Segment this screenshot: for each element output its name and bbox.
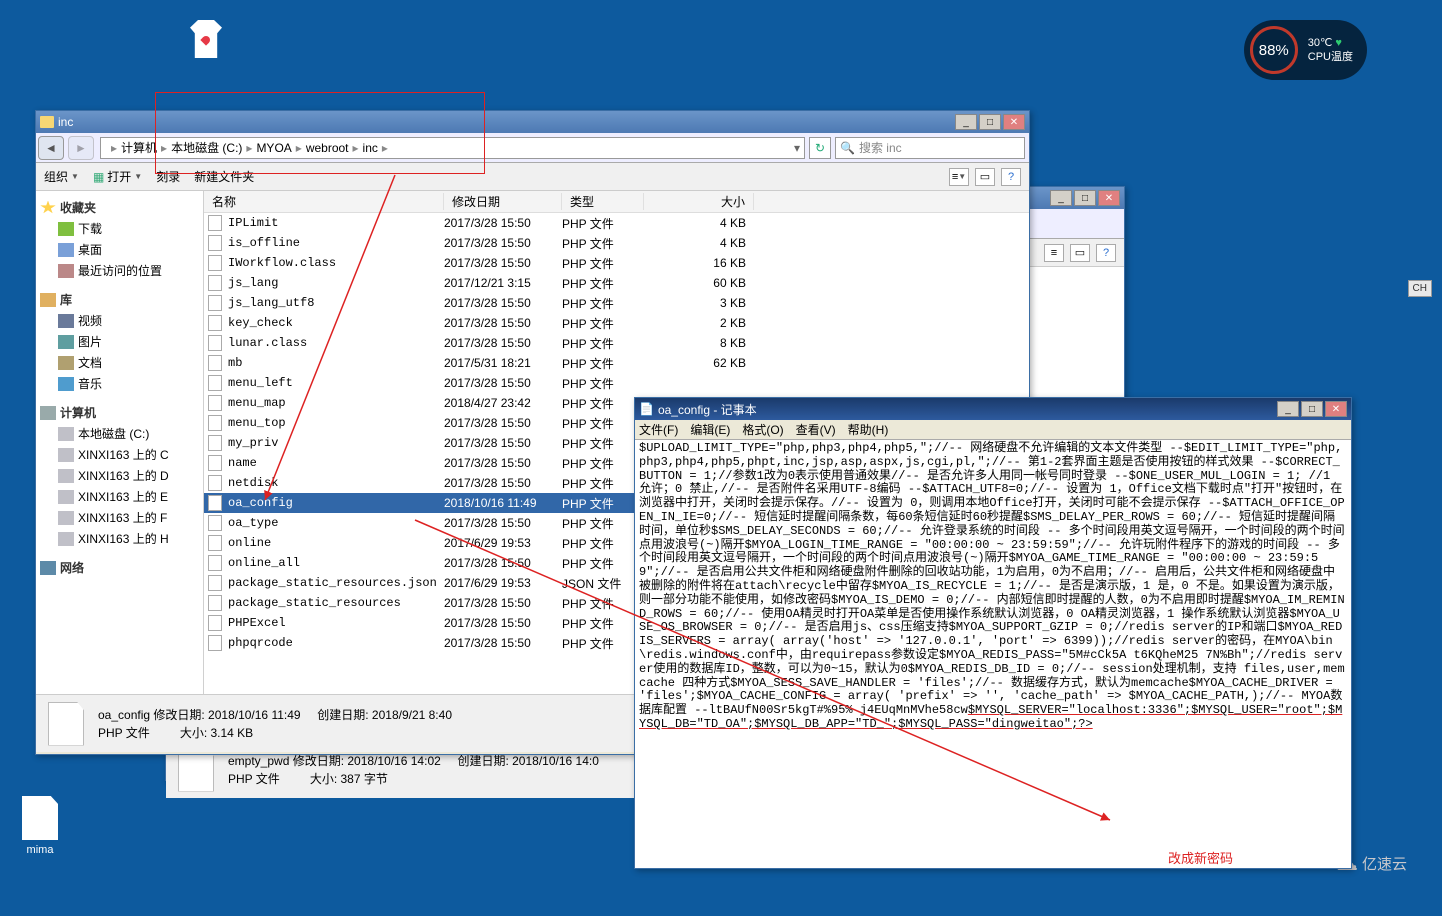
php-file-icon	[208, 475, 222, 491]
file-row[interactable]: IWorkflow.class2017/3/28 15:50PHP 文件16 K…	[204, 253, 1029, 273]
window-title: inc	[58, 115, 73, 129]
php-file-icon	[208, 235, 222, 251]
view-icon[interactable]: ≡ ▼	[949, 168, 969, 186]
nav-net-d[interactable]: XINXI163 上的 D	[40, 465, 199, 486]
notepad-window: 📄 oa_config - 记事本 _ □ ✕ 文件(F) 编辑(E) 格式(O…	[634, 397, 1352, 869]
burn-button[interactable]: 刻录	[156, 168, 180, 185]
newfolder-button[interactable]: 新建文件夹	[194, 168, 254, 185]
file-row[interactable]: js_lang_utf82017/3/28 15:50PHP 文件3 KB	[204, 293, 1029, 313]
maximize-button[interactable]: □	[979, 114, 1001, 130]
php-file-icon	[208, 375, 222, 391]
php-file-icon	[208, 395, 222, 411]
php-file-icon	[208, 455, 222, 471]
php-file-icon	[208, 515, 222, 531]
nav-net-f[interactable]: XINXI163 上的 F	[40, 507, 199, 528]
close-button[interactable]: ✕	[1098, 190, 1120, 206]
nav-pane: 收藏夹 下载 桌面 最近访问的位置 库 视频 图片 文档 音乐 计算机 本地磁盘…	[36, 191, 204, 694]
nav-favorites[interactable]: 收藏夹	[40, 197, 199, 218]
search-icon: 🔍	[840, 141, 855, 155]
open-menu[interactable]: ▦ 打开 ▼	[93, 168, 142, 185]
annotation-label: 改成新密码	[1168, 848, 1233, 867]
php-file-icon	[208, 295, 222, 311]
file-row[interactable]: is_offline2017/3/28 15:50PHP 文件4 KB	[204, 233, 1029, 253]
nav-libraries[interactable]: 库	[40, 289, 199, 310]
cpu-percent: 88%	[1250, 26, 1298, 74]
file-row[interactable]: key_check2017/3/28 15:50PHP 文件2 KB	[204, 313, 1029, 333]
toolbar: 组织 ▼ ▦ 打开 ▼ 刻录 新建文件夹 ≡ ▼ ▭ ?	[36, 163, 1029, 191]
file-thumb-icon	[48, 702, 84, 746]
organize-menu[interactable]: 组织 ▼	[44, 168, 79, 185]
php-file-icon	[208, 615, 222, 631]
php-file-icon	[208, 215, 222, 231]
menu-view[interactable]: 查看(V)	[796, 421, 836, 438]
view-icon[interactable]: ≡	[1044, 244, 1064, 262]
nav-desktop[interactable]: 桌面	[40, 239, 199, 260]
maximize-button[interactable]: □	[1074, 190, 1096, 206]
close-button[interactable]: ✕	[1003, 114, 1025, 130]
desktop-file-mima[interactable]: mima	[15, 796, 65, 856]
minimize-button[interactable]: _	[1050, 190, 1072, 206]
close-button[interactable]: ✕	[1325, 401, 1347, 417]
minimize-button[interactable]: _	[955, 114, 977, 130]
window-title: oa_config - 记事本	[658, 401, 757, 418]
minimize-button[interactable]: _	[1277, 401, 1299, 417]
nav-pictures[interactable]: 图片	[40, 331, 199, 352]
nav-net-e[interactable]: XINXI163 上的 E	[40, 486, 199, 507]
search-input[interactable]: 🔍 搜索 inc	[835, 137, 1025, 159]
menu-help[interactable]: 帮助(H)	[848, 421, 889, 438]
maximize-button[interactable]: □	[1301, 401, 1323, 417]
nav-recent[interactable]: 最近访问的位置	[40, 260, 199, 281]
document-icon	[22, 796, 58, 840]
nav-net-h[interactable]: XINXI163 上的 H	[40, 528, 199, 549]
address-bar[interactable]: ▸ 计算机▸ 本地磁盘 (C:)▸ MYOA▸ webroot▸ inc▸ ▾	[100, 137, 805, 159]
nav-network[interactable]: 网络	[40, 557, 199, 578]
file-row[interactable]: js_lang2017/12/21 3:15PHP 文件60 KB	[204, 273, 1029, 293]
php-file-icon	[208, 435, 222, 451]
php-file-icon	[208, 275, 222, 291]
menu-file[interactable]: 文件(F)	[639, 421, 678, 438]
php-file-icon	[208, 495, 222, 511]
leaf-icon: ♥	[1335, 37, 1342, 49]
preview-icon[interactable]: ▭	[975, 168, 995, 186]
nav-documents[interactable]: 文档	[40, 352, 199, 373]
php-file-icon	[208, 635, 222, 651]
help-icon[interactable]: ?	[1001, 168, 1021, 186]
php-file-icon	[208, 315, 222, 331]
file-row[interactable]: mb2017/5/31 18:21PHP 文件62 KB	[204, 353, 1029, 373]
nav-computer[interactable]: 计算机	[40, 402, 199, 423]
file-row[interactable]: lunar.class2017/3/28 15:50PHP 文件8 KB	[204, 333, 1029, 353]
php-file-icon	[208, 535, 222, 551]
menubar: 文件(F) 编辑(E) 格式(O) 查看(V) 帮助(H)	[635, 420, 1351, 440]
cpu-widget: 88% 30℃ ♥ CPU温度	[1244, 20, 1367, 80]
forward-button[interactable]: ►	[68, 136, 94, 160]
php-file-icon	[208, 415, 222, 431]
nav-drive-c[interactable]: 本地磁盘 (C:)	[40, 423, 199, 444]
column-header[interactable]: 名称 修改日期 类型 大小	[204, 191, 1029, 213]
help-icon[interactable]: ?	[1096, 244, 1116, 262]
ime-indicator[interactable]: CH	[1408, 280, 1432, 297]
php-file-icon	[208, 335, 222, 351]
preview-icon[interactable]: ▭	[1070, 244, 1090, 262]
file-row[interactable]: menu_left2017/3/28 15:50PHP 文件	[204, 373, 1029, 393]
menu-format[interactable]: 格式(O)	[742, 421, 783, 438]
php-file-icon	[208, 255, 222, 271]
titlebar: inc _ □ ✕	[36, 111, 1029, 133]
nav-music[interactable]: 音乐	[40, 373, 199, 394]
titlebar: 📄 oa_config - 记事本 _ □ ✕	[635, 398, 1351, 420]
menu-edit[interactable]: 编辑(E)	[690, 421, 730, 438]
refresh-button[interactable]: ↻	[809, 137, 831, 159]
php-file-icon	[208, 555, 222, 571]
notepad-content[interactable]: $UPLOAD_LIMIT_TYPE="php,php3,php4,php5,"…	[635, 440, 1351, 868]
nav-net-c[interactable]: XINXI163 上的 C	[40, 444, 199, 465]
folder-icon	[40, 116, 54, 128]
php-file-icon	[208, 575, 222, 591]
nav-videos[interactable]: 视频	[40, 310, 199, 331]
php-file-icon	[208, 355, 222, 371]
notepad-icon: 📄	[639, 402, 654, 416]
file-row[interactable]: IPLimit2017/3/28 15:50PHP 文件4 KB	[204, 213, 1029, 233]
tshirt-icon	[190, 20, 222, 58]
nav-downloads[interactable]: 下载	[40, 218, 199, 239]
back-button[interactable]: ◄	[38, 136, 64, 160]
php-file-icon	[208, 595, 222, 611]
